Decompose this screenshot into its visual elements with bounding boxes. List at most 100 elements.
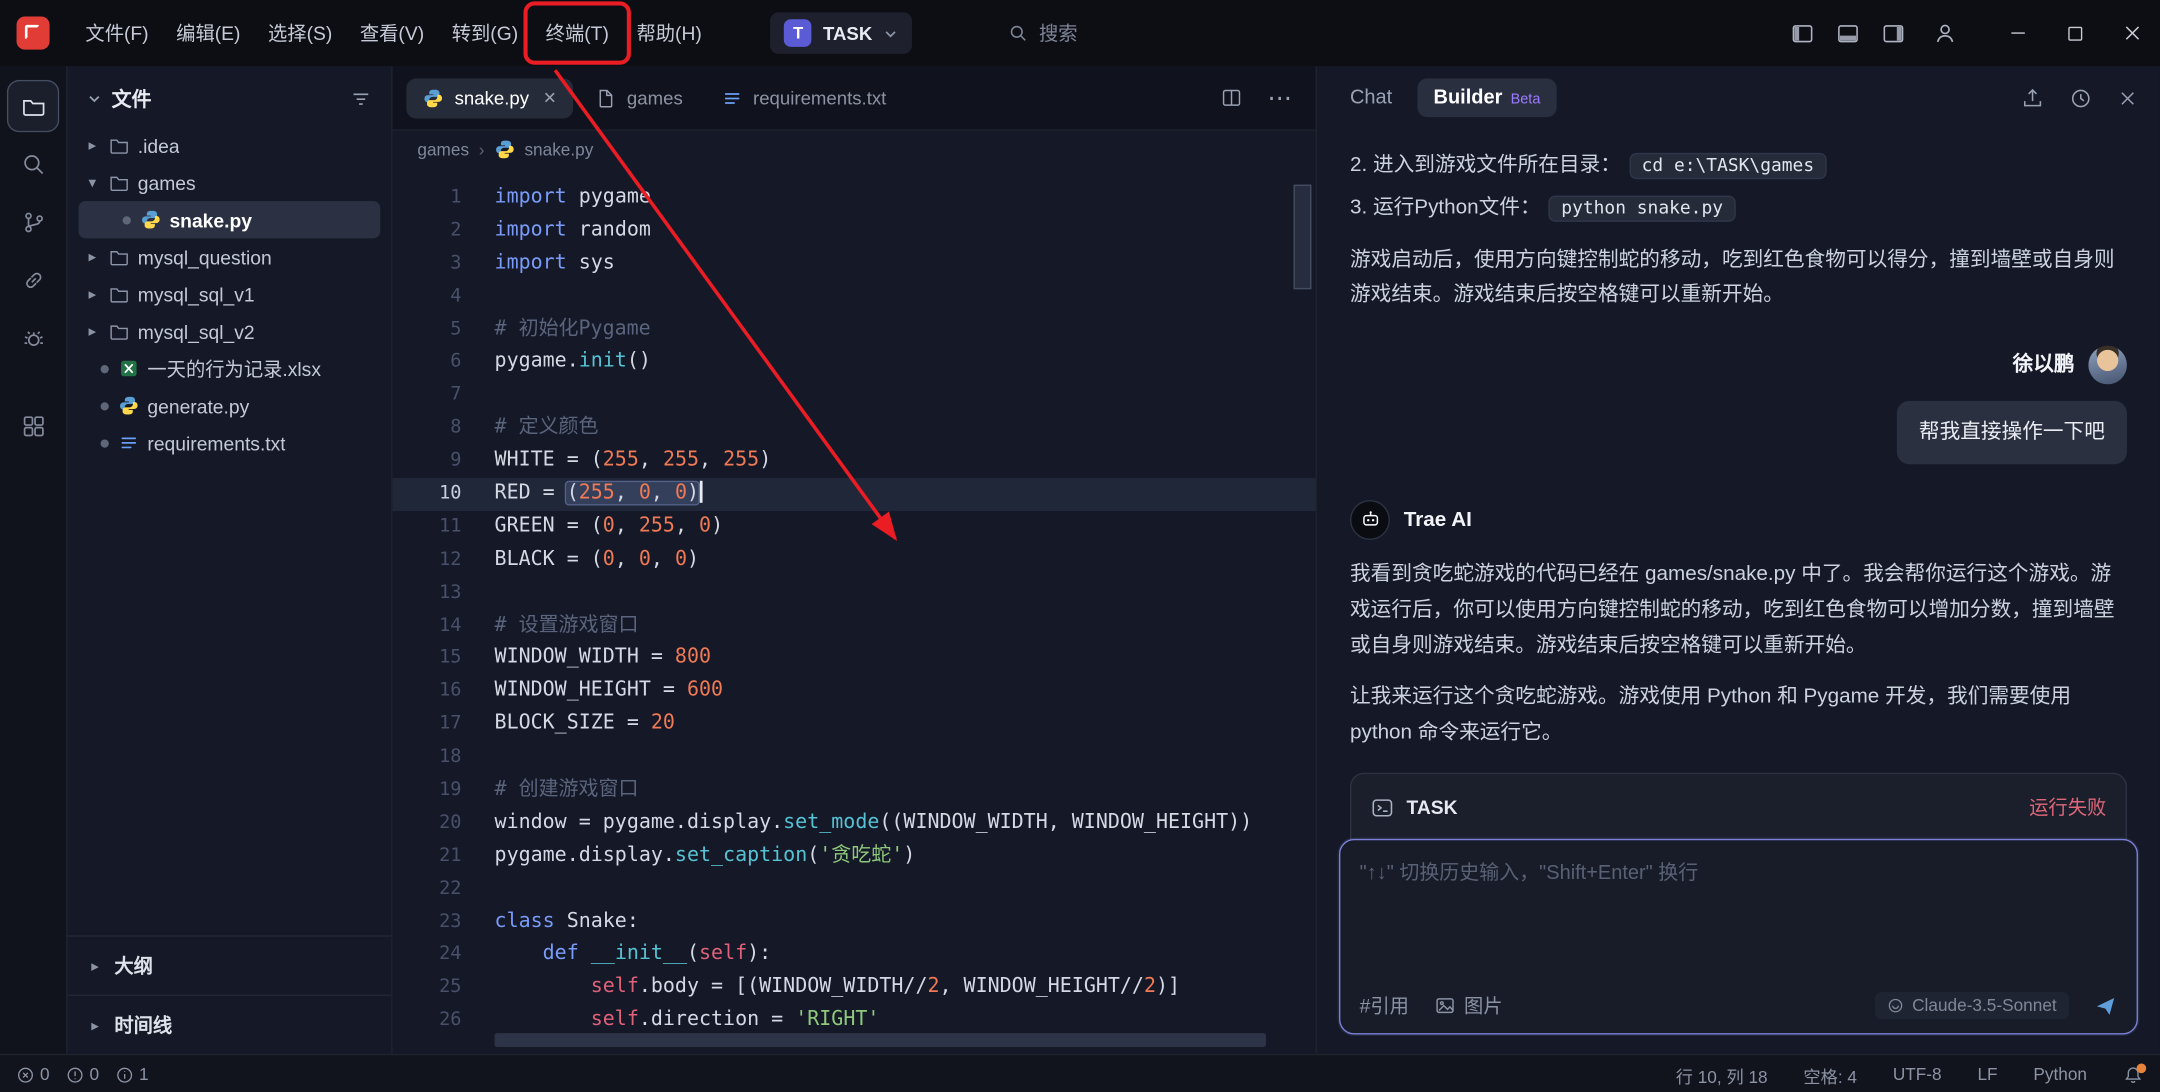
code-line[interactable]: 20window = pygame.display.set_mode((WIND… xyxy=(393,807,1316,840)
more-actions-icon[interactable]: ⋯ xyxy=(1267,83,1293,112)
section-timeline[interactable]: ▸时间线 xyxy=(67,995,391,1054)
vertical-scrollbar[interactable] xyxy=(1294,185,1312,290)
split-editor-icon[interactable] xyxy=(1221,87,1243,109)
chat-input-box[interactable]: "↑↓" 切换历史输入，"Shift+Enter" 换行 #引用 图片 Clau… xyxy=(1339,839,2138,1035)
toggle-left-panel-icon[interactable] xyxy=(1791,21,1814,44)
code-line[interactable]: 5# 初始化Pygame xyxy=(393,313,1316,346)
chevron-down-icon[interactable] xyxy=(87,91,102,106)
notifications-bell-icon[interactable] xyxy=(2123,1064,2144,1085)
minimize-icon[interactable] xyxy=(2007,22,2029,44)
code-line[interactable]: 3import sys xyxy=(393,248,1316,281)
send-icon[interactable] xyxy=(2094,994,2117,1017)
bracket-selection: (255, 0, 0) xyxy=(567,482,699,504)
editor-tab[interactable]: snake.py✕ xyxy=(406,78,573,118)
tree-file[interactable]: generate.py xyxy=(79,387,381,424)
filter-icon[interactable] xyxy=(350,87,372,109)
tree-folder[interactable]: ▸mysql_sql_v2 xyxy=(79,313,381,350)
tree-folder[interactable]: ▸mysql_sql_v1 xyxy=(79,276,381,313)
menu-item[interactable]: 帮助(H) xyxy=(623,10,716,57)
code-line[interactable]: 8# 定义颜色 xyxy=(393,412,1316,445)
problems-warning[interactable]: 0 xyxy=(66,1065,99,1084)
close-panel-icon[interactable] xyxy=(2117,87,2138,108)
close-window-icon[interactable] xyxy=(2121,22,2143,44)
history-icon[interactable] xyxy=(2069,86,2092,109)
tree-folder[interactable]: ▸.idea xyxy=(79,127,381,164)
tab-builder[interactable]: Builder Beta xyxy=(1417,79,1557,118)
remote-icon[interactable] xyxy=(7,253,59,305)
code-line[interactable]: 25 self.body = [(WINDOW_WIDTH//2, WINDOW… xyxy=(393,972,1316,1005)
code-line[interactable]: 13 xyxy=(393,577,1316,610)
user-avatar[interactable] xyxy=(2088,346,2127,385)
code-line[interactable]: 22 xyxy=(393,873,1316,906)
problems-error[interactable]: 0 xyxy=(17,1065,50,1084)
code-line[interactable]: 24 def __init__(self): xyxy=(393,939,1316,972)
code-line[interactable]: 6pygame.init() xyxy=(393,346,1316,379)
code-line[interactable]: 15WINDOW_WIDTH = 800 xyxy=(393,643,1316,676)
toggle-bottom-panel-icon[interactable] xyxy=(1836,21,1859,44)
account-icon[interactable] xyxy=(1933,21,1958,46)
language-mode[interactable]: Python xyxy=(2033,1065,2087,1084)
source-control-icon[interactable] xyxy=(7,196,59,248)
problems-info[interactable]: 1 xyxy=(116,1065,149,1084)
global-search[interactable]: 搜索 xyxy=(992,12,1094,53)
tree-file[interactable]: 一天的行为记录.xlsx xyxy=(79,350,381,387)
file-tree: ▸.idea▾gamessnake.py▸mysql_question▸mysq… xyxy=(67,127,391,936)
menu-item-terminal[interactable]: 终端(T) xyxy=(532,10,623,57)
search-icon[interactable] xyxy=(7,138,59,190)
inline-code[interactable]: python snake.py xyxy=(1549,195,1736,221)
breadcrumb-item[interactable]: games xyxy=(417,140,469,159)
menu-item[interactable]: 选择(S) xyxy=(254,10,346,57)
terminal-icon xyxy=(1371,796,1394,819)
inline-code[interactable]: cd e:\TASK\games xyxy=(1629,153,1826,179)
app-logo-icon[interactable] xyxy=(17,17,50,50)
code-line[interactable]: 19# 创建游戏窗口 xyxy=(393,774,1316,807)
toggle-right-panel-icon[interactable] xyxy=(1882,21,1905,44)
apps-icon[interactable] xyxy=(7,399,59,451)
horizontal-scrollbar[interactable] xyxy=(495,1033,1266,1047)
menu-item[interactable]: 文件(F) xyxy=(72,10,163,57)
reference-button[interactable]: #引用 xyxy=(1360,992,1409,1020)
code-line[interactable]: 14# 设置游戏窗口 xyxy=(393,610,1316,643)
editor-tab[interactable]: requirements.txt xyxy=(705,78,903,118)
editor-tab[interactable]: games xyxy=(579,78,700,118)
code-line[interactable]: 23class Snake: xyxy=(393,906,1316,939)
code-line[interactable]: 17BLOCK_SIZE = 20 xyxy=(393,708,1316,741)
code-line[interactable]: 2import random xyxy=(393,215,1316,248)
tree-file[interactable]: requirements.txt xyxy=(79,424,381,461)
code-line[interactable]: 1import pygame xyxy=(393,182,1316,215)
code-line[interactable]: 9WHITE = (255, 255, 255) xyxy=(393,445,1316,478)
code-line[interactable]: 4 xyxy=(393,281,1316,314)
tree-folder[interactable]: ▾games xyxy=(79,164,381,201)
export-chat-icon[interactable] xyxy=(2021,86,2044,109)
tree-folder[interactable]: ▸mysql_question xyxy=(79,238,381,275)
menu-item[interactable]: 编辑(E) xyxy=(162,10,254,57)
encoding[interactable]: UTF-8 xyxy=(1893,1065,1942,1084)
tool-name: TASK xyxy=(1406,791,1457,824)
section-outline[interactable]: ▸大纲 xyxy=(67,937,391,995)
eol-type[interactable]: LF xyxy=(1977,1065,1997,1084)
model-icon xyxy=(1887,997,1904,1014)
code-line[interactable]: 21pygame.display.set_caption('贪吃蛇') xyxy=(393,840,1316,873)
project-selector[interactable]: T TASK xyxy=(771,12,913,53)
tab-chat[interactable]: Chat xyxy=(1339,79,1403,118)
tree-file[interactable]: snake.py xyxy=(79,201,381,238)
debug-icon[interactable] xyxy=(7,311,59,363)
close-tab-icon[interactable]: ✕ xyxy=(543,88,557,107)
indent-setting[interactable]: 空格: 4 xyxy=(1803,1061,1857,1087)
code-line[interactable]: 16WINDOW_HEIGHT = 600 xyxy=(393,675,1316,708)
code-line[interactable]: 7 xyxy=(393,379,1316,412)
code-line[interactable]: 12BLACK = (0, 0, 0) xyxy=(393,544,1316,577)
code-line[interactable]: 11GREEN = (0, 255, 0) xyxy=(393,511,1316,544)
explorer-icon[interactable] xyxy=(7,80,59,132)
code-editor[interactable]: 1import pygame2import random3import sys4… xyxy=(393,168,1316,1054)
maximize-icon[interactable] xyxy=(2065,23,2086,44)
menu-item[interactable]: 转到(G) xyxy=(438,10,532,57)
breadcrumb-item[interactable]: snake.py xyxy=(524,140,593,159)
trae-ide-window: 文件(F)编辑(E)选择(S)查看(V)转到(G)终端(T)帮助(H) T TA… xyxy=(0,0,2160,1092)
code-line[interactable]: 10RED = (255, 0, 0) xyxy=(393,478,1316,511)
model-selector[interactable]: Claude-3.5-Sonnet xyxy=(1875,992,2069,1020)
menu-item[interactable]: 查看(V) xyxy=(346,10,438,57)
cursor-position[interactable]: 行 10, 列 18 xyxy=(1676,1061,1768,1087)
code-line[interactable]: 18 xyxy=(393,741,1316,774)
image-button[interactable]: 图片 xyxy=(1434,992,1503,1020)
